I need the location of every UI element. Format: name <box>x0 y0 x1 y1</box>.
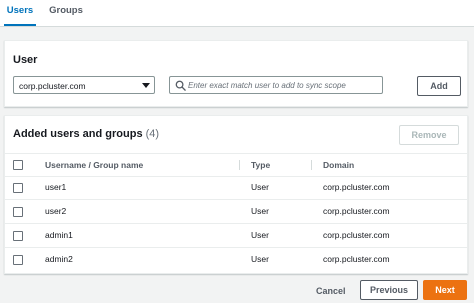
tab-users[interactable]: Users <box>4 0 36 26</box>
column-header-domain: Domain <box>323 160 355 170</box>
select-all-checkbox[interactable] <box>13 160 23 170</box>
added-panel-heading: Added users and groups (4) <box>13 128 159 140</box>
table-row[interactable]: user1 User corp.pcluster.com <box>5 176 467 200</box>
add-button[interactable]: Add <box>417 76 461 96</box>
row-domain: corp.pcluster.com <box>323 230 390 240</box>
user-search-field[interactable] <box>169 76 383 94</box>
column-header-type: Type <box>251 160 271 170</box>
row-type: User <box>251 254 269 264</box>
caret-down-icon <box>142 83 150 88</box>
tab-bar: Users Groups <box>0 0 474 27</box>
table-header: Username / Group name Type Domain <box>5 153 467 177</box>
added-users-panel: Added users and groups (4) Remove Userna… <box>4 115 468 274</box>
added-count: (4) <box>145 128 160 140</box>
row-checkbox[interactable] <box>13 255 23 265</box>
column-separator <box>239 160 240 170</box>
row-checkbox[interactable] <box>13 183 23 193</box>
row-domain: corp.pcluster.com <box>323 254 390 264</box>
table-row[interactable]: user2 User corp.pcluster.com <box>5 200 467 224</box>
table-row[interactable]: admin1 User corp.pcluster.com <box>5 224 467 248</box>
row-domain: corp.pcluster.com <box>323 182 390 192</box>
tab-groups[interactable]: Groups <box>46 0 86 26</box>
row-name: user1 <box>45 182 67 192</box>
user-search-input[interactable] <box>188 78 378 92</box>
row-name: user2 <box>45 206 67 216</box>
row-checkbox[interactable] <box>13 207 23 217</box>
directory-select[interactable]: corp.pcluster.com <box>13 76 155 94</box>
directory-select-value: corp.pcluster.com <box>19 81 86 91</box>
row-type: User <box>251 182 269 192</box>
search-icon <box>175 80 186 91</box>
column-separator <box>311 160 312 170</box>
row-domain: corp.pcluster.com <box>323 206 390 216</box>
row-name: admin1 <box>45 230 73 240</box>
table-row[interactable]: admin2 User corp.pcluster.com <box>5 248 467 271</box>
added-panel-title: Added users and groups <box>13 128 143 140</box>
row-type: User <box>251 230 269 240</box>
column-header-name: Username / Group name <box>45 160 144 170</box>
user-panel-title: User <box>13 54 38 66</box>
row-name: admin2 <box>45 254 73 264</box>
remove-button[interactable]: Remove <box>399 125 459 145</box>
previous-button[interactable]: Previous <box>360 280 418 300</box>
user-panel: User corp.pcluster.com Add <box>4 40 468 107</box>
row-checkbox[interactable] <box>13 231 23 241</box>
row-type: User <box>251 206 269 216</box>
next-button[interactable]: Next <box>423 280 467 300</box>
cancel-button[interactable]: Cancel <box>316 286 346 296</box>
